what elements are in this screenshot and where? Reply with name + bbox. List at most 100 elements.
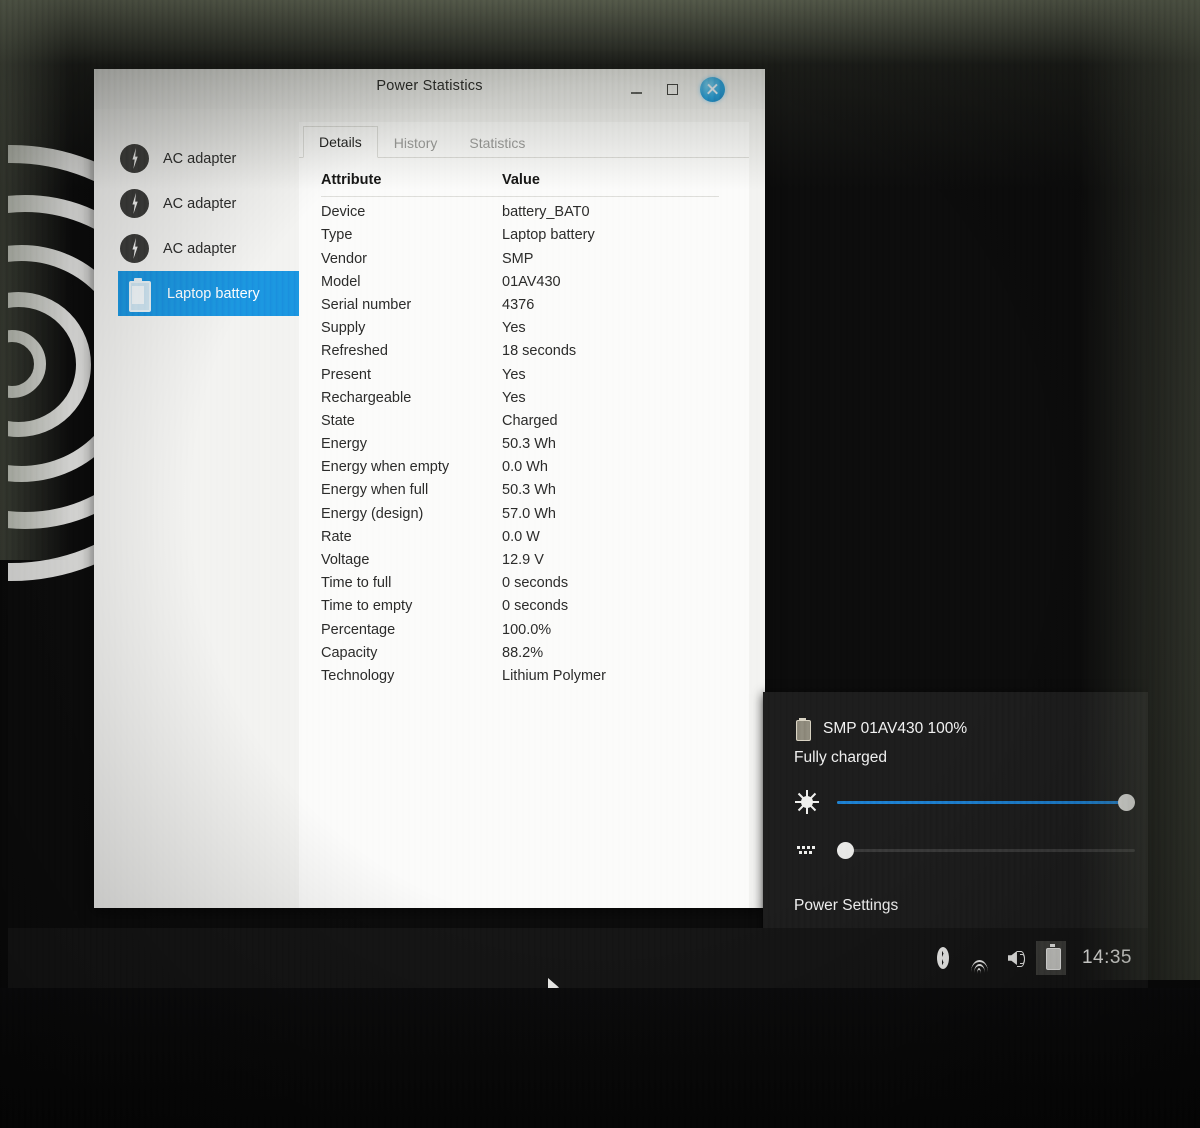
popup-battery-title: SMP 01AV430 100% xyxy=(823,720,968,737)
attribute-cell: Energy when full xyxy=(321,482,429,499)
value-cell: 18 seconds xyxy=(502,343,577,360)
value-cell: Yes xyxy=(502,389,526,406)
ac-adapter-icon xyxy=(120,234,149,263)
table-row: Time to empty 0 seconds xyxy=(321,591,749,614)
attribute-cell: Percentage xyxy=(321,621,396,638)
table-row: Energy (design) 57.0 Wh xyxy=(321,498,749,522)
value-cell: Laptop battery xyxy=(502,227,595,244)
table-row: Vendor SMP xyxy=(321,243,749,267)
table-row: State Charged xyxy=(321,406,749,429)
attributes-table: Attribute Value Device battery_BAT0 Type La… xyxy=(299,158,749,684)
value-cell: 0 seconds xyxy=(502,575,569,592)
table-row: Device battery_BAT0 xyxy=(321,197,749,220)
value-cell: Lithium Polymer xyxy=(502,667,606,684)
table-row: Energy when full 50.3 Wh xyxy=(321,475,749,498)
attribute-cell: Model xyxy=(321,273,361,290)
sidebar-item-ac-adapter-3[interactable]: AC adapter xyxy=(114,226,299,271)
attribute-cell: Serial number xyxy=(321,296,412,313)
sidebar-item-label: AC adapter xyxy=(163,150,237,167)
attribute-cell: Present xyxy=(321,366,371,383)
value-cell: Charged xyxy=(502,412,558,429)
value-cell: 01AV430 xyxy=(502,273,561,290)
battery-icon xyxy=(124,277,153,312)
keyboard-backlight-icon xyxy=(794,837,820,863)
tab-history[interactable]: History xyxy=(378,127,454,158)
minimize-icon[interactable] xyxy=(626,79,648,101)
popup-battery-status: Fully charged xyxy=(794,749,888,766)
table-row: Capacity 88.2% xyxy=(321,638,749,661)
attribute-cell: Vendor xyxy=(321,250,367,267)
table-header-row: Attribute Value xyxy=(321,172,719,197)
sidebar-item-ac-adapter-1[interactable]: AC adapter xyxy=(114,136,299,181)
table-row: Energy when empty 0.0 Wh xyxy=(321,452,749,475)
attribute-cell: Rechargeable xyxy=(321,389,412,406)
attribute-cell: Device xyxy=(321,204,366,221)
value-cell: 50.3 Wh xyxy=(502,436,556,453)
value-cell: 0.0 W xyxy=(502,528,540,545)
maximize-icon[interactable] xyxy=(662,79,684,101)
attribute-cell: Technology xyxy=(321,667,395,684)
device-sidebar: AC adapter AC adapter AC adapter Laptop … xyxy=(94,109,303,908)
sidebar-item-ac-adapter-2[interactable]: AC adapter xyxy=(114,181,299,226)
battery-icon xyxy=(794,718,812,741)
close-icon[interactable] xyxy=(700,77,725,102)
window-titlebar[interactable]: Power Statistics xyxy=(94,69,765,109)
value-cell: 12.9 V xyxy=(502,552,544,568)
value-cell: 100.0% xyxy=(502,621,552,638)
battery-icon[interactable] xyxy=(1035,941,1066,975)
tab-bar: Details History Statistics xyxy=(299,122,749,158)
table-row: Time to full 0 seconds xyxy=(321,568,749,591)
attribute-cell: Rate xyxy=(321,528,352,545)
brightness-icon xyxy=(794,789,820,815)
brightness-slider-handle[interactable] xyxy=(1118,794,1135,811)
tab-statistics[interactable]: Statistics xyxy=(453,127,541,158)
attribute-cell: Supply xyxy=(321,320,366,337)
value-cell: 4376 xyxy=(502,296,535,313)
sidebar-item-laptop-battery[interactable]: Laptop battery xyxy=(118,271,303,316)
column-header-value: Value xyxy=(502,172,540,188)
system-tray: 14:35 xyxy=(928,940,1132,976)
laptop-lower-bezel xyxy=(0,988,1200,1128)
table-row: Supply Yes xyxy=(321,313,749,336)
table-row: Rechargeable Yes xyxy=(321,383,749,406)
value-cell: 50.3 Wh xyxy=(502,482,556,499)
laptop-screen-photo: Power Statistics AC adapter AC adapter A… xyxy=(0,0,1200,1128)
table-row: Rate 0.0 W xyxy=(321,522,749,545)
power-settings-link[interactable]: Power Settings xyxy=(763,863,1148,915)
keyboard-backlight-slider-row xyxy=(763,837,1148,863)
attribute-cell: Energy (design) xyxy=(321,505,424,522)
table-row: Present Yes xyxy=(321,359,749,383)
power-statistics-window: Power Statistics AC adapter AC adapter A… xyxy=(94,69,765,908)
value-cell: battery_BAT0 xyxy=(502,204,590,221)
brightness-slider[interactable] xyxy=(837,793,1135,811)
detail-pane: Details History Statistics Attribute Val… xyxy=(299,109,765,908)
power-popup-panel: SMP 01AV430 100% Fully charged Power Set… xyxy=(763,692,1148,947)
sidebar-item-label: AC adapter xyxy=(163,195,237,212)
value-cell: 57.0 Wh xyxy=(502,505,556,522)
table-row: Model 01AV430 xyxy=(321,267,749,290)
table-row: Type Laptop battery xyxy=(321,220,749,243)
attribute-cell: Capacity xyxy=(321,644,378,661)
taskbar-clock[interactable]: 14:35 xyxy=(1082,947,1132,969)
keyboard-backlight-slider-handle[interactable] xyxy=(837,842,854,859)
value-cell: 0.0 Wh xyxy=(502,459,548,476)
value-cell: SMP xyxy=(502,250,534,267)
sidebar-item-label: AC adapter xyxy=(163,240,237,257)
tab-details[interactable]: Details xyxy=(303,126,378,158)
attribute-cell: Time to full xyxy=(321,575,392,592)
window-body: AC adapter AC adapter AC adapter Laptop … xyxy=(94,109,765,908)
attribute-cell: Type xyxy=(321,227,353,244)
ac-adapter-icon xyxy=(120,189,149,218)
table-rows: Device battery_BAT0 Type Laptop battery Vend… xyxy=(321,197,749,684)
value-cell: 88.2% xyxy=(502,644,544,661)
desktop-screen: Power Statistics AC adapter AC adapter A… xyxy=(8,0,1148,988)
volume-icon[interactable] xyxy=(1000,941,1030,975)
bluetooth-icon[interactable] xyxy=(928,941,958,975)
attribute-cell: Energy xyxy=(321,436,367,453)
attribute-cell: Energy when empty xyxy=(321,459,450,476)
keyboard-backlight-slider[interactable] xyxy=(837,841,1135,859)
value-cell: 0 seconds xyxy=(502,598,569,615)
attribute-cell: Voltage xyxy=(321,552,370,568)
sidebar-item-label: Laptop battery xyxy=(167,285,260,302)
network-icon[interactable] xyxy=(964,941,994,975)
